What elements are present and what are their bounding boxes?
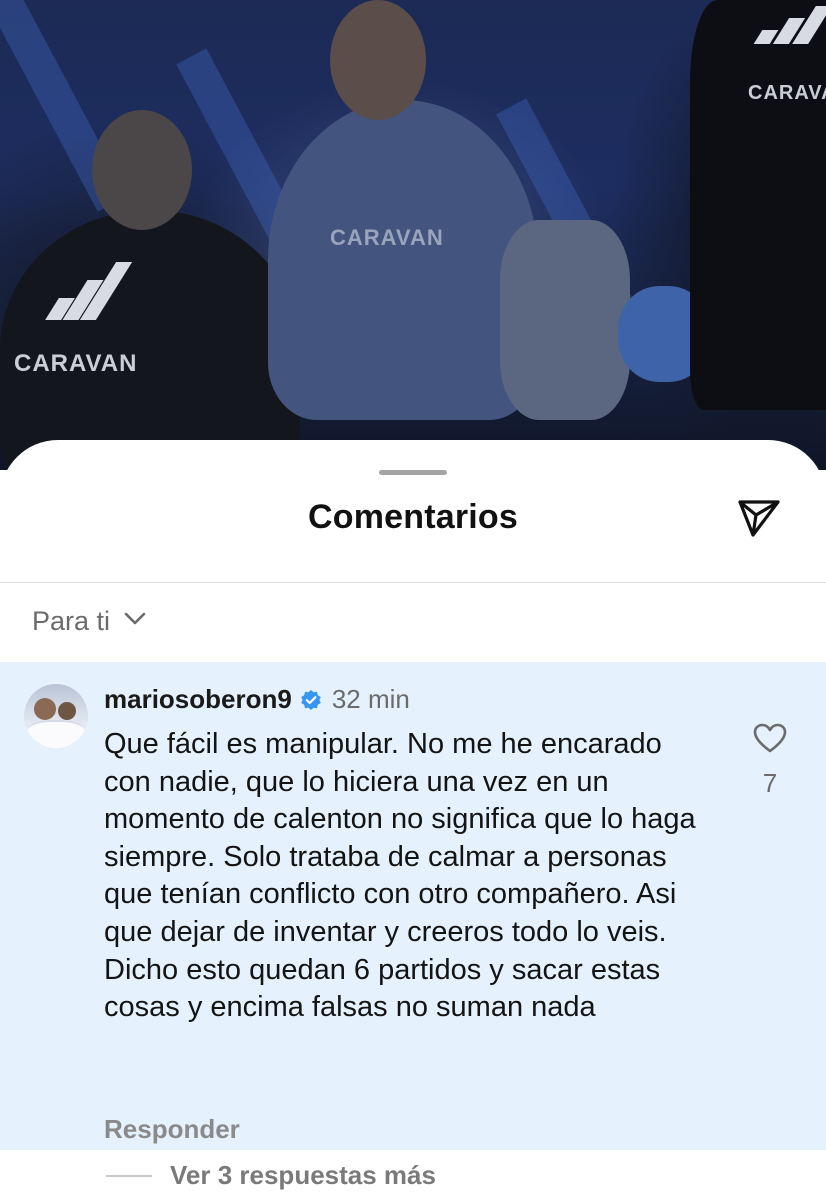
adidas-logo-left xyxy=(45,262,133,320)
sheet-title: Comentarios xyxy=(307,498,519,536)
username[interactable]: mariosoberon9 xyxy=(104,684,292,715)
drag-handle[interactable] xyxy=(379,470,447,475)
verified-badge-icon xyxy=(300,689,322,711)
adidas-logo-right xyxy=(753,6,826,44)
view-replies-button[interactable]: Ver 3 respuestas más xyxy=(106,1160,436,1191)
comment-item: mariosoberon9 32 min Que fácil es manipu… xyxy=(0,662,826,1150)
comments-sheet: Comentarios Para ti mariosoberon9 32 min… xyxy=(0,440,826,1200)
comment-timestamp: 32 min xyxy=(331,684,410,714)
sort-dropdown[interactable]: Para ti xyxy=(32,606,146,637)
heart-outline-icon xyxy=(753,723,787,758)
person-center xyxy=(268,100,538,420)
towel xyxy=(500,220,630,420)
like-button[interactable] xyxy=(750,720,790,760)
comment-meta: mariosoberon9 32 min xyxy=(104,684,410,715)
background-video-frame: CARAVAN CARAVAN CARAVAN xyxy=(0,0,826,470)
sponsor-text-center: CARAVAN xyxy=(330,225,444,250)
view-replies-label: Ver 3 respuestas más xyxy=(170,1160,436,1190)
sort-label: Para ti xyxy=(32,606,111,636)
share-button[interactable] xyxy=(732,496,786,544)
sponsor-text-left: CARAVAN xyxy=(14,350,138,377)
person-right xyxy=(690,0,826,410)
replies-divider-line xyxy=(106,1174,152,1177)
like-count: 7 xyxy=(762,768,778,798)
chevron-down-icon xyxy=(124,612,146,631)
comment-text: Que fácil es manipular. No me he encarad… xyxy=(104,728,696,1024)
avatar[interactable] xyxy=(24,684,88,748)
paper-plane-icon xyxy=(736,497,782,544)
person-center-head xyxy=(330,0,426,120)
header-divider xyxy=(0,582,826,583)
reply-button[interactable]: Responder xyxy=(104,1114,240,1145)
sponsor-text-right: CARAVAN xyxy=(748,82,826,104)
person-left-head xyxy=(92,110,192,230)
person-left xyxy=(0,210,300,470)
